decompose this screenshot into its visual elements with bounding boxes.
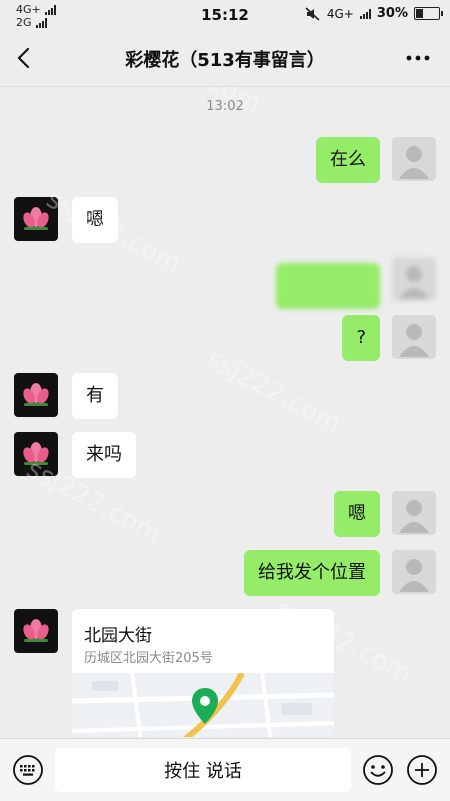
location-map-preview bbox=[72, 671, 334, 737]
status-icons: 4G+ 30% bbox=[305, 6, 443, 21]
network-type-right: 4G+ bbox=[326, 6, 354, 21]
lotus-icon bbox=[23, 383, 49, 406]
message-bubble-sent[interactable]: 给我发个位置 bbox=[244, 550, 380, 596]
hold-to-talk-button[interactable]: 按住 说话 bbox=[55, 748, 351, 792]
mute-icon bbox=[305, 6, 320, 21]
my-avatar[interactable] bbox=[392, 550, 436, 594]
map-pin-icon bbox=[192, 688, 218, 724]
user-silhouette-icon bbox=[399, 266, 429, 299]
message-bubble-received[interactable]: 有 bbox=[72, 373, 118, 419]
message-bubble-received[interactable]: 来吗 bbox=[72, 432, 136, 478]
smiley-icon bbox=[363, 755, 393, 785]
watermark: ssj222.com bbox=[201, 344, 347, 440]
message-list[interactable]: 13:02 在么 嗯 ? 有 来吗 嗯 给我发个位置 北园大街 历城区北园大街2… bbox=[0, 87, 450, 737]
message-bubble-sent[interactable]: 嗯 bbox=[334, 491, 380, 537]
plus-icon bbox=[407, 755, 437, 785]
location-message-card[interactable]: 北园大街 历城区北园大街205号 bbox=[72, 609, 334, 737]
location-title: 北园大街 bbox=[84, 626, 152, 646]
cell-signal-icon bbox=[359, 8, 371, 19]
lotus-icon bbox=[23, 619, 49, 642]
message-bubble-sent[interactable]: 在么 bbox=[316, 137, 380, 183]
more-actions-button[interactable] bbox=[406, 754, 438, 786]
back-button[interactable] bbox=[8, 42, 40, 74]
contact-avatar[interactable] bbox=[14, 197, 58, 241]
lotus-icon bbox=[23, 442, 49, 465]
battery-fill bbox=[416, 9, 424, 18]
user-silhouette-icon bbox=[399, 559, 429, 592]
input-bar: 按住 说话 bbox=[0, 738, 450, 801]
status-bar: 4G+ 2G 15:12 4G+ 30% bbox=[0, 0, 450, 30]
more-options-button[interactable] bbox=[404, 46, 432, 70]
battery-icon bbox=[414, 7, 443, 20]
my-avatar[interactable] bbox=[392, 491, 436, 535]
lotus-icon bbox=[23, 207, 49, 230]
user-silhouette-icon bbox=[399, 324, 429, 357]
chat-title: 彩樱花（513有事留言） bbox=[125, 50, 325, 71]
emoji-button[interactable] bbox=[362, 754, 394, 786]
keyboard-icon bbox=[13, 755, 43, 785]
chat-header: 彩樱花（513有事留言） bbox=[0, 30, 450, 87]
user-silhouette-icon bbox=[399, 146, 429, 179]
battery-percent: 30% bbox=[376, 6, 408, 21]
user-silhouette-icon bbox=[399, 500, 429, 533]
contact-avatar[interactable] bbox=[14, 432, 58, 476]
message-bubble-received[interactable]: 嗯 bbox=[72, 197, 118, 243]
my-avatar[interactable] bbox=[392, 137, 436, 181]
contact-avatar[interactable] bbox=[14, 609, 58, 653]
message-bubble-sent-redacted[interactable] bbox=[276, 263, 380, 309]
chevron-left-icon bbox=[17, 47, 30, 69]
location-address: 历城区北园大街205号 bbox=[84, 651, 213, 666]
my-avatar[interactable] bbox=[392, 315, 436, 359]
keyboard-toggle-button[interactable] bbox=[12, 754, 44, 786]
message-timestamp: 13:02 bbox=[206, 99, 244, 114]
my-avatar[interactable] bbox=[392, 257, 436, 301]
contact-avatar[interactable] bbox=[14, 373, 58, 417]
more-icon bbox=[406, 55, 430, 61]
message-bubble-sent[interactable]: ? bbox=[342, 315, 380, 361]
